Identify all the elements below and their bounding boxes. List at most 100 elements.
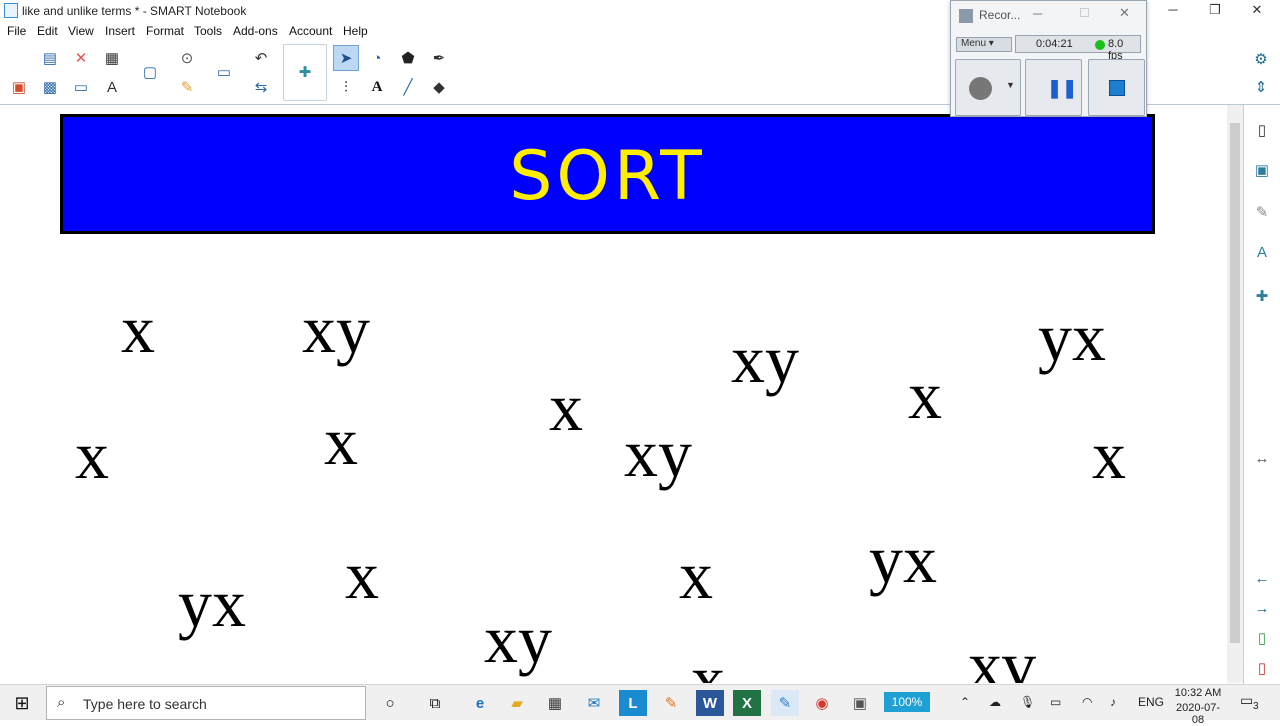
term-card[interactable]: x: [679, 541, 713, 609]
menu-format[interactable]: Format: [146, 24, 184, 38]
add-ons-sidebar-icon[interactable]: ✚: [1249, 283, 1275, 309]
add-page-icon[interactable]: ▯: [1249, 625, 1275, 651]
recorder-minimize-icon[interactable]: ─: [1033, 6, 1042, 21]
record-button[interactable]: ▼: [955, 59, 1021, 116]
creative-pen-icon[interactable]: ⫶: [333, 74, 359, 100]
shapes-icon[interactable]: ◔: [364, 45, 390, 71]
term-card[interactable]: x: [691, 645, 725, 683]
gallery-icon[interactable]: ▣: [1249, 157, 1275, 183]
table-icon[interactable]: ▦: [99, 45, 125, 71]
eraser-icon[interactable]: ◆: [426, 74, 452, 100]
term-card[interactable]: x: [549, 373, 583, 441]
pause-button[interactable]: ❚❚: [1025, 59, 1082, 116]
pen-icon[interactable]: ✒: [426, 45, 452, 71]
stop-button[interactable]: [1088, 59, 1145, 116]
clock[interactable]: 10:32 AM 2020-07-08: [1170, 687, 1226, 726]
recorder-maximize-icon[interactable]: ☐: [1079, 6, 1090, 20]
response-icon[interactable]: ✎: [174, 74, 200, 100]
resize-sidebar-icon[interactable]: ↔: [1249, 445, 1275, 471]
document-camera-icon[interactable]: ▢: [137, 59, 163, 85]
add-ons-icon[interactable]: ✚: [292, 59, 318, 85]
menu-view[interactable]: View: [68, 24, 94, 38]
term-card[interactable]: yx: [1038, 303, 1106, 371]
previous-page-icon[interactable]: ←: [1249, 565, 1275, 591]
term-card[interactable]: x: [121, 295, 155, 363]
zoom-indicator[interactable]: 100%: [884, 692, 930, 712]
term-card[interactable]: x: [1092, 421, 1126, 489]
restore-button[interactable]: ❐: [1194, 0, 1236, 22]
properties-icon[interactable]: A: [1249, 239, 1275, 265]
term-card[interactable]: xv: [968, 631, 1036, 683]
close-button[interactable]: ✕: [1236, 0, 1278, 22]
screen-shade-icon[interactable]: ▭: [68, 74, 94, 100]
page-sorter-icon[interactable]: ▯: [1249, 117, 1275, 143]
menu-help[interactable]: Help: [343, 24, 368, 38]
show-hidden-icons-icon[interactable]: ⌃: [960, 695, 970, 709]
menu-add-ons[interactable]: Add-ons: [233, 24, 278, 38]
onedrive-icon[interactable]: ☁: [989, 695, 1001, 709]
term-card[interactable]: x: [75, 421, 109, 489]
file-explorer-icon[interactable]: ▰: [503, 690, 531, 716]
chrome-icon[interactable]: ◉: [808, 690, 836, 716]
volume-icon[interactable]: ♪: [1110, 695, 1116, 709]
notebook-page[interactable]: SORT x xy xy yx x x x xy x x x yx x yx x…: [1, 105, 1227, 683]
term-card[interactable]: yx: [178, 569, 246, 637]
move-toolbar-icon[interactable]: ⇕: [1248, 74, 1274, 100]
full-screen-icon[interactable]: ▭: [211, 59, 237, 85]
recorder-taskbar-icon[interactable]: ▣: [846, 690, 874, 716]
term-card[interactable]: x: [324, 407, 358, 475]
capture-icon[interactable]: ⊙: [174, 45, 200, 71]
chevron-down-icon[interactable]: ▼: [1006, 80, 1015, 90]
microphone-icon[interactable]: 🎙: [1020, 695, 1035, 709]
redo-icon[interactable]: ⇆: [248, 74, 274, 100]
paint-icon[interactable]: ✎: [657, 690, 685, 716]
menu-edit[interactable]: Edit: [37, 24, 58, 38]
sort-banner[interactable]: SORT: [60, 114, 1155, 234]
open-file-icon[interactable]: ▣: [6, 74, 32, 100]
term-card[interactable]: xy: [731, 325, 799, 393]
scrollbar-thumb[interactable]: [1230, 123, 1240, 643]
taskbar-search[interactable]: ⌕ Type here to search: [46, 686, 366, 720]
recorder-menu-dropdown[interactable]: Menu ▾: [956, 37, 1012, 52]
mail-icon[interactable]: ✉: [580, 690, 608, 716]
term-card[interactable]: yx: [869, 525, 937, 593]
windows-start-icon[interactable]: ⊞: [8, 690, 36, 716]
undo-icon[interactable]: ↶: [248, 45, 274, 71]
excel-icon[interactable]: X: [733, 690, 761, 716]
lumio-icon[interactable]: L: [619, 690, 647, 716]
gear-icon[interactable]: ⚙: [1248, 46, 1274, 72]
fill-icon[interactable]: ⬟: [395, 45, 421, 71]
wifi-icon[interactable]: ◠: [1082, 695, 1092, 709]
menu-file[interactable]: File: [7, 24, 26, 38]
spell-icon[interactable]: A: [99, 74, 125, 100]
attachments-icon[interactable]: ✎: [1249, 199, 1275, 225]
line-icon[interactable]: ╱: [395, 74, 421, 100]
new-page-icon[interactable]: ▤: [37, 45, 63, 71]
word-icon[interactable]: W: [696, 690, 724, 716]
term-card[interactable]: x: [908, 361, 942, 429]
select-icon[interactable]: ➤: [333, 45, 359, 71]
text-icon[interactable]: A: [364, 74, 390, 100]
term-card[interactable]: xy: [484, 605, 552, 673]
menu-insert[interactable]: Insert: [105, 24, 135, 38]
language-indicator[interactable]: ENG: [1138, 695, 1164, 709]
notifications-icon[interactable]: ▭: [1240, 692, 1253, 709]
cortana-icon[interactable]: ○: [376, 690, 404, 716]
next-page-icon[interactable]: →: [1249, 595, 1275, 621]
menu-tools[interactable]: Tools: [194, 24, 222, 38]
store-icon[interactable]: ▦: [541, 690, 569, 716]
task-view-icon[interactable]: ⧉: [421, 690, 449, 716]
menu-account[interactable]: Account: [289, 24, 332, 38]
recorder-close-icon[interactable]: ✕: [1119, 5, 1130, 21]
save-icon[interactable]: ▩: [37, 74, 63, 100]
edge-icon[interactable]: e: [466, 690, 494, 716]
delete-icon[interactable]: ✕: [68, 45, 94, 71]
smart-notebook-icon[interactable]: ✎: [771, 690, 799, 716]
battery-icon[interactable]: ▭: [1050, 695, 1061, 709]
minimize-button[interactable]: ─: [1152, 0, 1194, 22]
term-card[interactable]: xy: [624, 419, 692, 487]
term-card[interactable]: xy: [302, 295, 370, 363]
delete-page-icon[interactable]: ▯: [1249, 655, 1275, 681]
term-card[interactable]: x: [345, 541, 379, 609]
vertical-scrollbar[interactable]: [1227, 105, 1243, 683]
